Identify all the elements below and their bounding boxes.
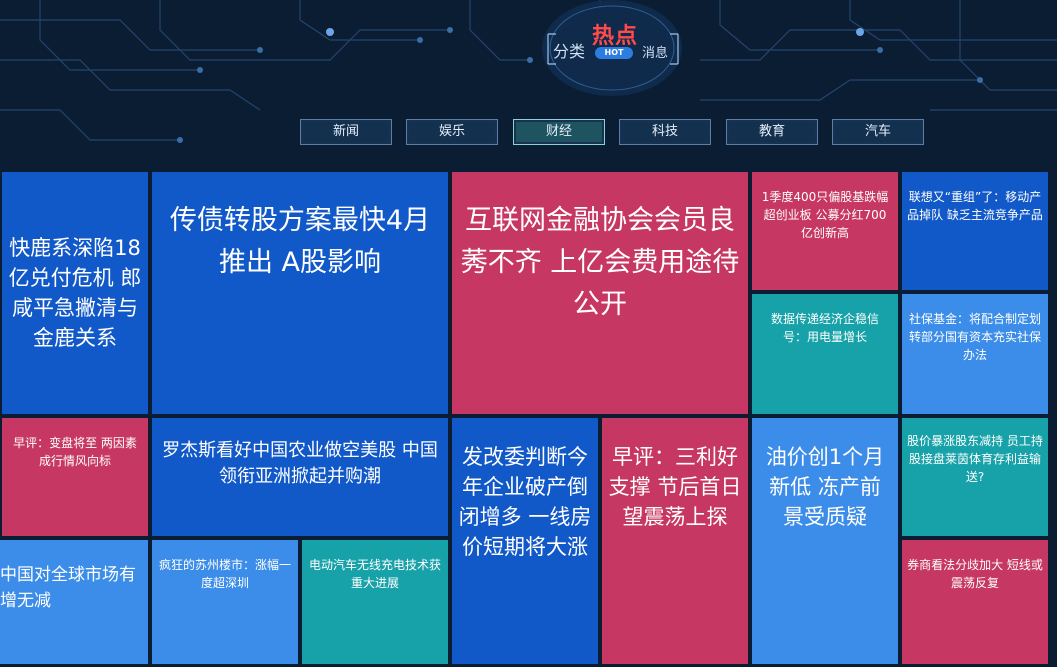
news-headline: 罗杰斯看好中国农业做空美股 中国领衔亚洲掀起并购潮 (162, 440, 438, 487)
news-headline: 传债转股方案最快4月推出 A股影响 (169, 205, 431, 278)
news-tile[interactable]: 联想又“重组”了：移动产品掉队 缺乏主流竞争产品 (902, 172, 1048, 290)
news-tile[interactable]: 股价暴涨股东减持 员工持股接盘莱茵体育存利益输送? (902, 418, 1048, 536)
news-tile[interactable]: 券商看法分歧加大 短线或震荡反复 (902, 540, 1048, 664)
news-tile[interactable]: 油价创1个月新低 冻产前景受质疑 (752, 418, 898, 664)
news-headline: 数据传递经济企稳信号：用电量增长 (770, 312, 879, 344)
news-tile[interactable]: 社保基金：将配合制定划转部分国有资本充实社保办法 (902, 294, 1048, 414)
news-headline: 互联网金融协会会员良莠不齐 上亿会费用途待公开 (460, 205, 740, 320)
news-tile[interactable]: 早评：变盘将至 两因素成行情风向标 (2, 418, 148, 536)
news-tile[interactable]: 发改委判断今年企业破产倒闭增多 一线房价短期将大涨 (452, 418, 598, 664)
news-tile[interactable]: 1季度400只偏股基跌幅超创业板 公募分红700亿创新高 (752, 172, 898, 290)
news-headline: 发改委判断今年企业破产倒闭增多 一线房价短期将大涨 (458, 445, 592, 559)
news-tile[interactable]: 疯狂的苏州楼市：涨幅一度超深圳 (152, 540, 298, 664)
news-headline: 疯狂的苏州楼市：涨幅一度超深圳 (158, 558, 291, 590)
news-headline: 券商看法分歧加大 短线或震荡反复 (907, 558, 1043, 590)
news-headline: 电动汽车无线充电技术获重大进展 (308, 558, 441, 590)
news-headline: 1季度400只偏股基跌幅超创业板 公募分红700亿创新高 (761, 190, 889, 240)
news-headline: 早评：变盘将至 两因素成行情风向标 (13, 436, 137, 468)
news-tile[interactable]: 快鹿系深陷18亿兑付危机 郎咸平急撇清与金鹿关系 (2, 172, 148, 414)
title-left-text: 分类 (553, 42, 586, 61)
news-headline: 中国对全球市场有增无减 (0, 565, 136, 611)
news-headline: 社保基金：将配合制定划转部分国有资本充实社保办法 (908, 312, 1041, 362)
news-headline: 油价创1个月新低 冻产前景受质疑 (765, 445, 885, 529)
news-headline: 快鹿系深陷18亿兑付危机 郎咸平急撇清与金鹿关系 (8, 236, 142, 350)
tab-technology[interactable]: 科技 (619, 119, 711, 145)
news-tile[interactable]: 中国对全球市场有增无减 (0, 540, 148, 664)
tab-auto[interactable]: 汽车 (832, 119, 924, 145)
title-hot-text: 热点 (592, 24, 639, 49)
news-tile[interactable]: 传债转股方案最快4月推出 A股影响 (152, 172, 448, 414)
tab-news[interactable]: 新闻 (300, 119, 392, 145)
news-tile[interactable]: 早评：三利好支撑 节后首日望震荡上探 (602, 418, 748, 664)
news-tile[interactable]: 互联网金融协会会员良莠不齐 上亿会费用途待公开 (452, 172, 748, 414)
news-headline: 联想又“重组”了：移动产品掉队 缺乏主流竞争产品 (907, 190, 1043, 222)
news-treemap: 快鹿系深陷18亿兑付危机 郎咸平急撇清与金鹿关系 传债转股方案最快4月推出 A股… (0, 170, 1057, 667)
section-title: 分类 热点 HOT 消息 (538, 14, 688, 74)
tab-finance[interactable]: 财经 (513, 119, 605, 145)
page-header: 分类 热点 HOT 消息 新闻 娱乐 财经 科技 教育 汽车 (0, 0, 1057, 170)
news-tile[interactable]: 数据传递经济企稳信号：用电量增长 (752, 294, 898, 414)
news-tile[interactable]: 电动汽车无线充电技术获重大进展 (302, 540, 448, 664)
tab-education[interactable]: 教育 (726, 119, 818, 145)
news-tile[interactable]: 罗杰斯看好中国农业做空美股 中国领衔亚洲掀起并购潮 (152, 418, 448, 536)
hot-badge: HOT (595, 47, 633, 59)
title-right-text: 消息 (642, 46, 669, 61)
tab-entertainment[interactable]: 娱乐 (406, 119, 498, 145)
news-headline: 股价暴涨股东减持 员工持股接盘莱茵体育存利益输送? (907, 434, 1043, 484)
news-headline: 早评：三利好支撑 节后首日望震荡上探 (608, 445, 742, 529)
